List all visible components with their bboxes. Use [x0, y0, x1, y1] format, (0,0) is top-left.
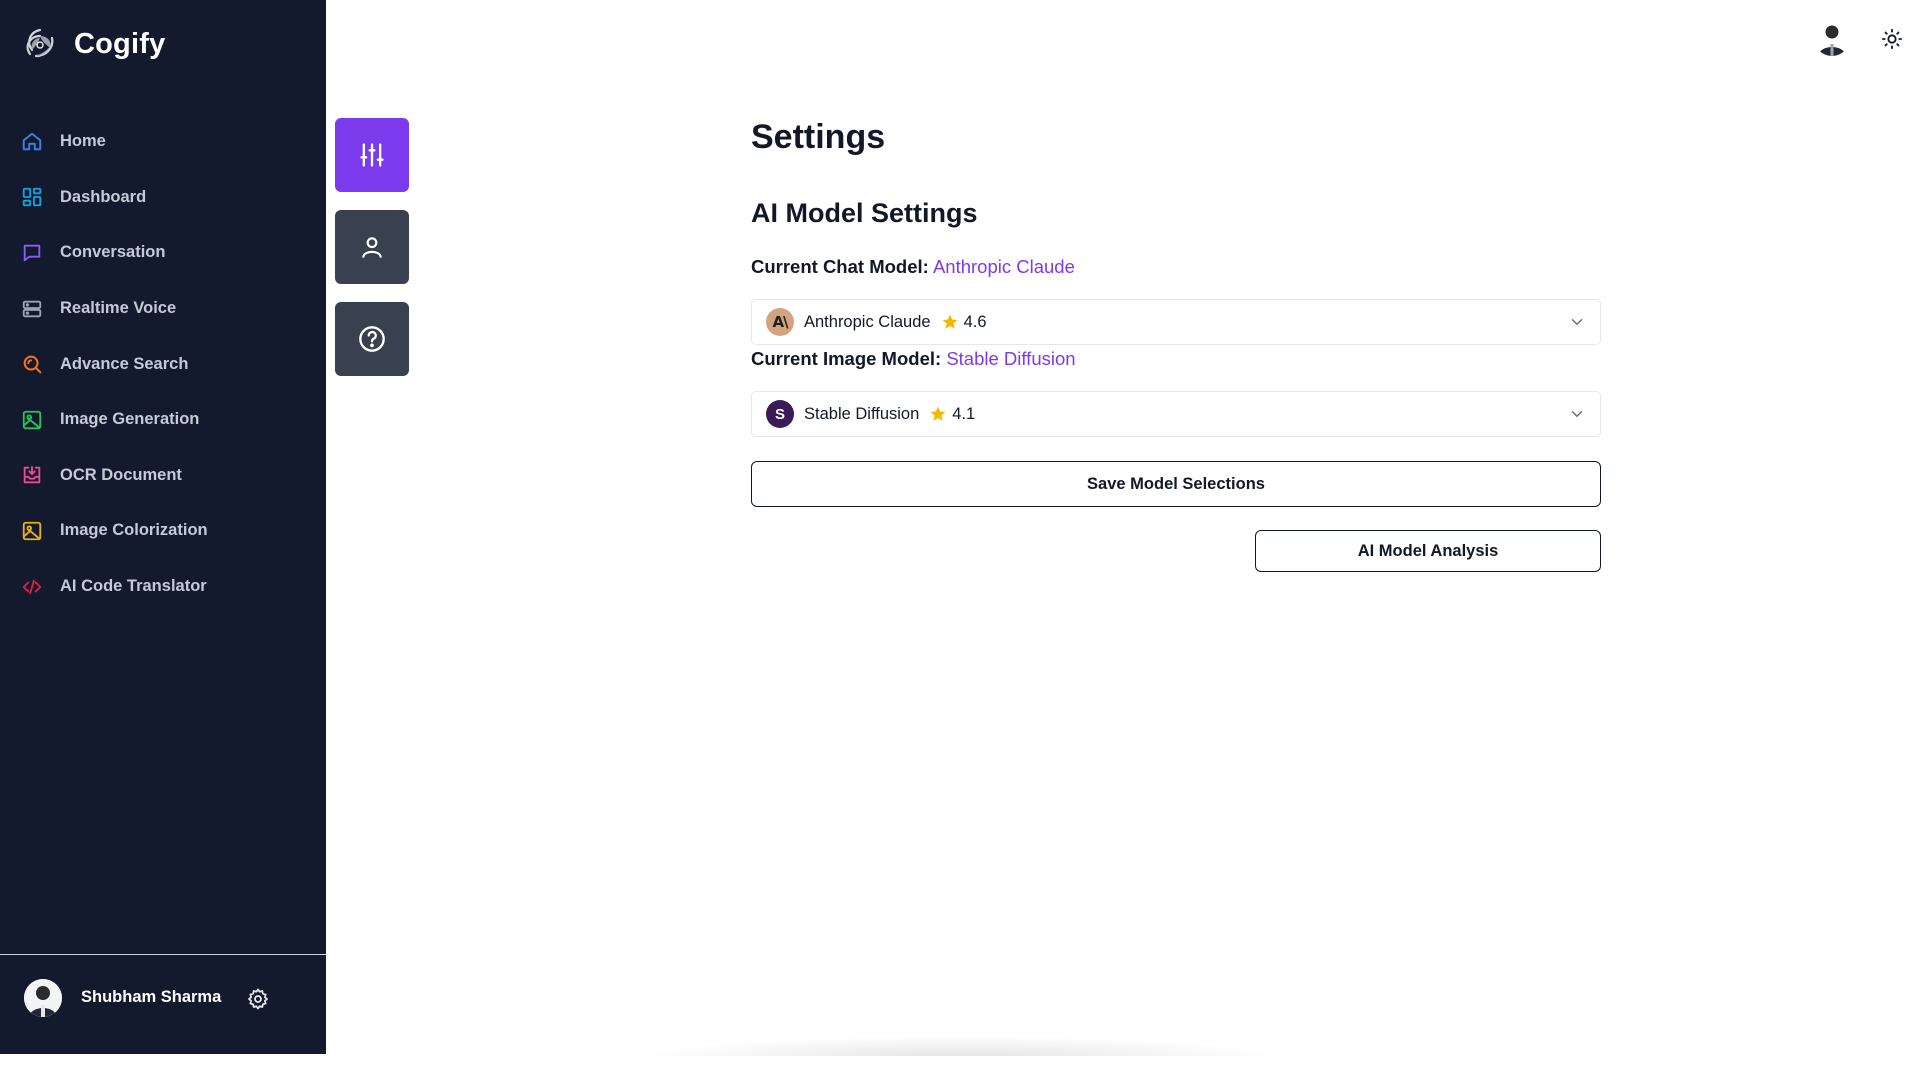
current-chat-model-value: Anthropic Claude [932, 256, 1075, 277]
sidebar-item-image-colorization[interactable]: Image Colorization [0, 503, 326, 559]
model-rating: 4.6 [963, 312, 987, 331]
gear-icon[interactable] [246, 987, 270, 1011]
save-model-selections-button[interactable]: Save Model Selections [751, 461, 1601, 507]
sidebar-item-label: Image Colorization [60, 521, 208, 540]
current-image-model-label: Current Image Model: [751, 348, 942, 369]
sidebar-item-label: Dashboard [60, 187, 147, 206]
anthropic-logo-icon: A\ [766, 308, 794, 336]
sidebar-item-label: OCR Document [60, 465, 182, 484]
help-circle-icon [359, 326, 385, 352]
sidebar-item-ocr-document[interactable]: OCR Document [0, 448, 326, 504]
sidebar-item-advance-search[interactable]: Advance Search [0, 336, 326, 392]
sidebar-item-label: AI Code Translator [60, 577, 207, 596]
app-name: Cogify [74, 27, 166, 60]
tab-help[interactable] [335, 302, 409, 376]
selected-model-name: Stable Diffusion [804, 404, 920, 423]
sidebar-item-dashboard[interactable]: Dashboard [0, 170, 326, 226]
user-icon [362, 237, 382, 258]
current-chat-model-label: Current Chat Model: [751, 256, 929, 277]
sidebar-item-ai-code-translator[interactable]: AI Code Translator [0, 559, 326, 615]
sidebar: Cogify Home Dashboard Conversation Realt… [0, 0, 326, 1054]
sidebar-item-home[interactable]: Home [0, 114, 326, 170]
sidebar-item-label: Image Generation [60, 410, 200, 429]
sidebar-item-label: Conversation [60, 243, 166, 262]
server-icon [20, 297, 44, 321]
search-icon [20, 352, 44, 376]
home-icon [20, 130, 44, 154]
sidebar-item-realtime-voice[interactable]: Realtime Voice [0, 281, 326, 337]
tab-model-settings[interactable] [335, 118, 409, 192]
sidebar-footer: Shubham Sharma [0, 954, 326, 1054]
bottom-shadow [640, 1036, 1280, 1056]
sidebar-item-image-generation[interactable]: Image Generation [0, 392, 326, 448]
chevron-down-icon [1571, 319, 1583, 325]
avatar[interactable] [24, 979, 62, 1017]
dashboard-icon [20, 185, 44, 209]
stable-diffusion-logo-icon: S [766, 400, 794, 428]
sidebar-item-label: Advance Search [60, 354, 189, 373]
selected-model-name: Anthropic Claude [804, 312, 931, 331]
chevron-down-icon [1571, 411, 1583, 417]
header-avatar[interactable] [1814, 20, 1850, 56]
image-icon [20, 408, 44, 432]
sidebar-item-label: Home [60, 132, 106, 151]
brand[interactable]: Cogify [20, 24, 165, 64]
user-name: Shubham Sharma [81, 988, 222, 1006]
image-icon [20, 519, 44, 543]
sidebar-nav: Home Dashboard Conversation Realtime Voi… [0, 114, 326, 614]
download-tray-icon [20, 463, 44, 487]
tab-profile[interactable] [335, 210, 409, 284]
image-model-select[interactable]: S Stable Diffusion 4.1 [751, 391, 1601, 437]
current-chat-model: Current Chat Model: Anthropic Claude [751, 256, 1075, 278]
settings-subnav [335, 118, 409, 376]
ai-model-analysis-button[interactable]: AI Model Analysis [1255, 530, 1601, 572]
cogify-logo-icon [26, 28, 54, 58]
current-image-model: Current Image Model: Stable Diffusion [751, 348, 1076, 370]
current-image-model-value: Stable Diffusion [946, 348, 1076, 369]
section-title: AI Model Settings [751, 198, 978, 228]
chat-model-select[interactable]: A\ Anthropic Claude 4.6 [751, 299, 1601, 345]
sliders-icon [360, 143, 384, 167]
sidebar-item-label: Realtime Voice [60, 299, 177, 318]
chat-icon [20, 241, 44, 265]
page-title: Settings [751, 118, 886, 156]
model-rating: 4.1 [952, 404, 976, 423]
star-icon [942, 314, 958, 329]
sidebar-item-conversation[interactable]: Conversation [0, 225, 326, 281]
star-icon [930, 406, 946, 421]
sun-icon[interactable] [1881, 28, 1903, 50]
code-icon [20, 575, 44, 599]
